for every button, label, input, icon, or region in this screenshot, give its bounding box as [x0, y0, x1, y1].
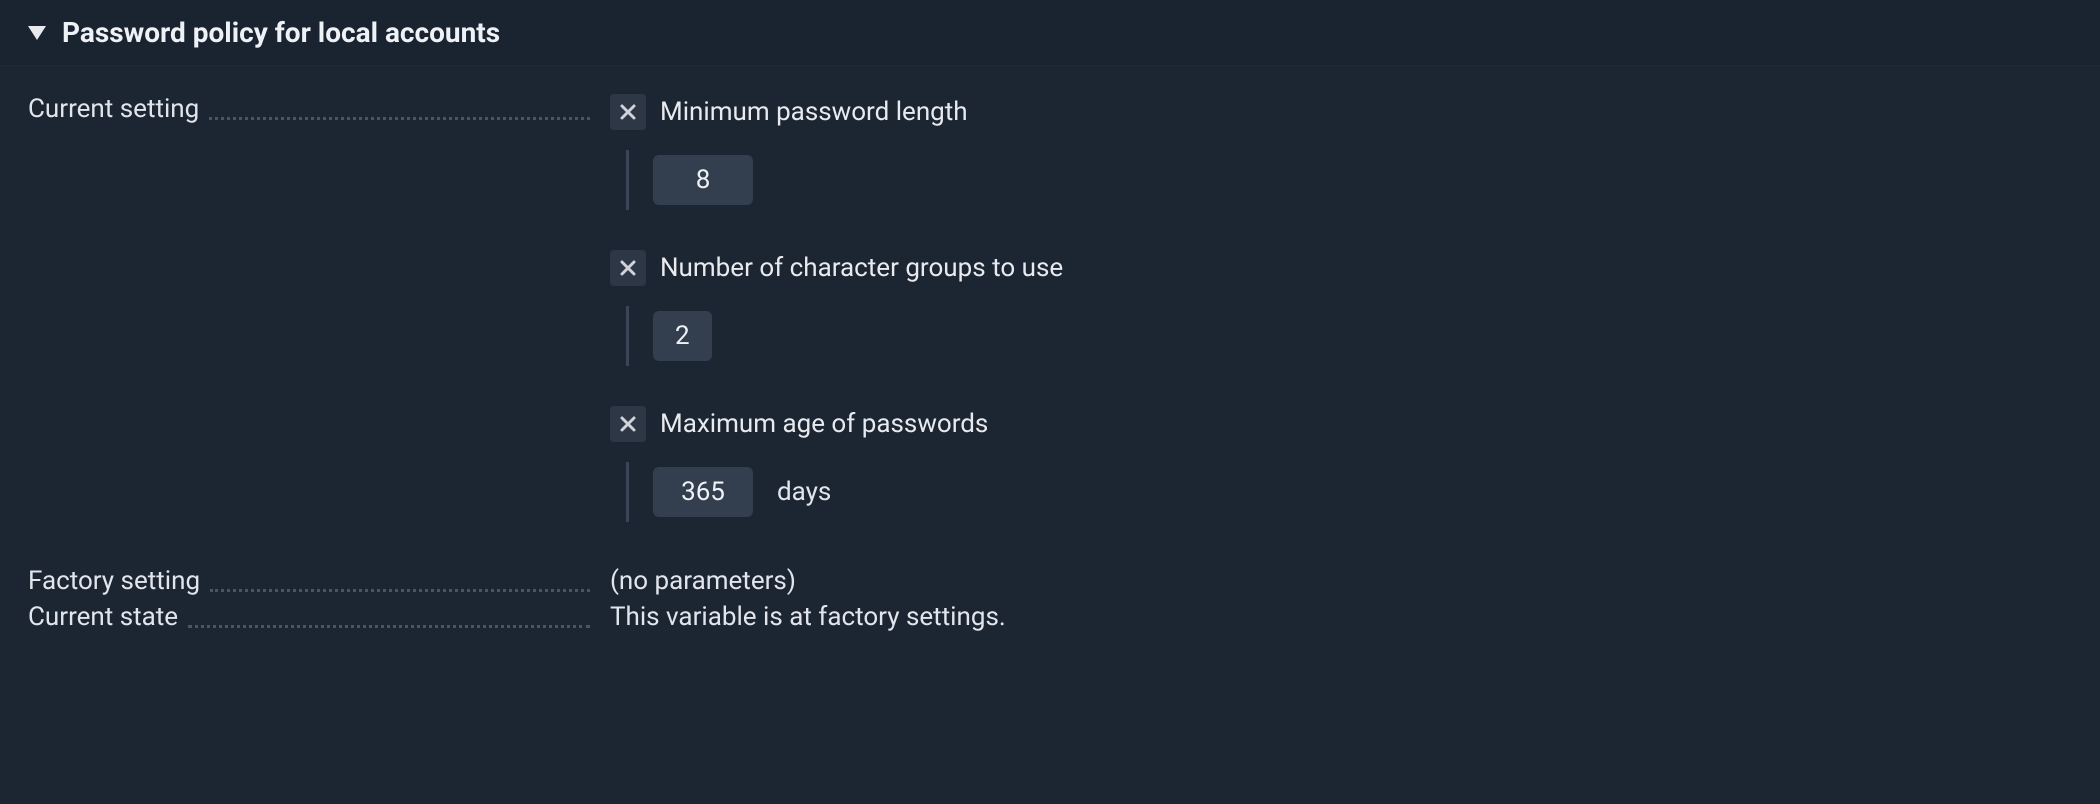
dotted-leader — [210, 589, 590, 592]
remove-param-button[interactable] — [610, 406, 646, 442]
collapse-toggle-icon[interactable] — [28, 26, 46, 40]
max-age-input[interactable]: 365 — [653, 467, 753, 517]
close-icon — [619, 103, 637, 121]
min-length-input[interactable]: 8 — [653, 155, 753, 205]
vertical-divider — [626, 150, 629, 210]
close-icon — [619, 415, 637, 433]
param-body: 8 — [626, 150, 2100, 210]
current-setting-row: Current setting Minimum password length … — [0, 94, 2100, 522]
current-state-value: This variable is at factory settings. — [610, 602, 2100, 632]
param-header: Maximum age of passwords — [610, 406, 2100, 442]
param-label: Maximum age of passwords — [660, 409, 988, 439]
vertical-divider — [626, 462, 629, 522]
param-char-groups: Number of character groups to use 2 — [610, 250, 2100, 366]
current-state-row: Current state This variable is at factor… — [0, 602, 2100, 632]
current-setting-label: Current setting — [28, 94, 209, 124]
factory-setting-row: Factory setting (no parameters) — [0, 566, 2100, 596]
current-state-label: Current state — [28, 602, 188, 632]
section-body: Current setting Minimum password length … — [0, 66, 2100, 632]
factory-setting-value: (no parameters) — [610, 566, 2100, 596]
param-label: Number of character groups to use — [660, 253, 1063, 283]
param-min-length: Minimum password length 8 — [610, 94, 2100, 210]
param-header: Minimum password length — [610, 94, 2100, 130]
param-body: 2 — [626, 306, 2100, 366]
row-label-wrap: Current setting — [0, 94, 610, 124]
param-label: Minimum password length — [660, 97, 968, 127]
close-icon — [619, 259, 637, 277]
current-setting-value: Minimum password length 8 Number of char… — [610, 94, 2100, 522]
max-age-unit: days — [777, 477, 831, 507]
param-max-age: Maximum age of passwords 365 days — [610, 406, 2100, 522]
row-label-wrap: Factory setting — [0, 566, 610, 596]
section-header[interactable]: Password policy for local accounts — [0, 0, 2100, 66]
dotted-leader — [188, 625, 590, 628]
row-label-wrap: Current state — [0, 602, 610, 632]
param-header: Number of character groups to use — [610, 250, 2100, 286]
char-groups-input[interactable]: 2 — [653, 311, 712, 361]
section-title: Password policy for local accounts — [62, 16, 500, 49]
vertical-divider — [626, 306, 629, 366]
remove-param-button[interactable] — [610, 250, 646, 286]
param-body: 365 days — [626, 462, 2100, 522]
factory-setting-label: Factory setting — [28, 566, 210, 596]
dotted-leader — [209, 117, 590, 120]
remove-param-button[interactable] — [610, 94, 646, 130]
